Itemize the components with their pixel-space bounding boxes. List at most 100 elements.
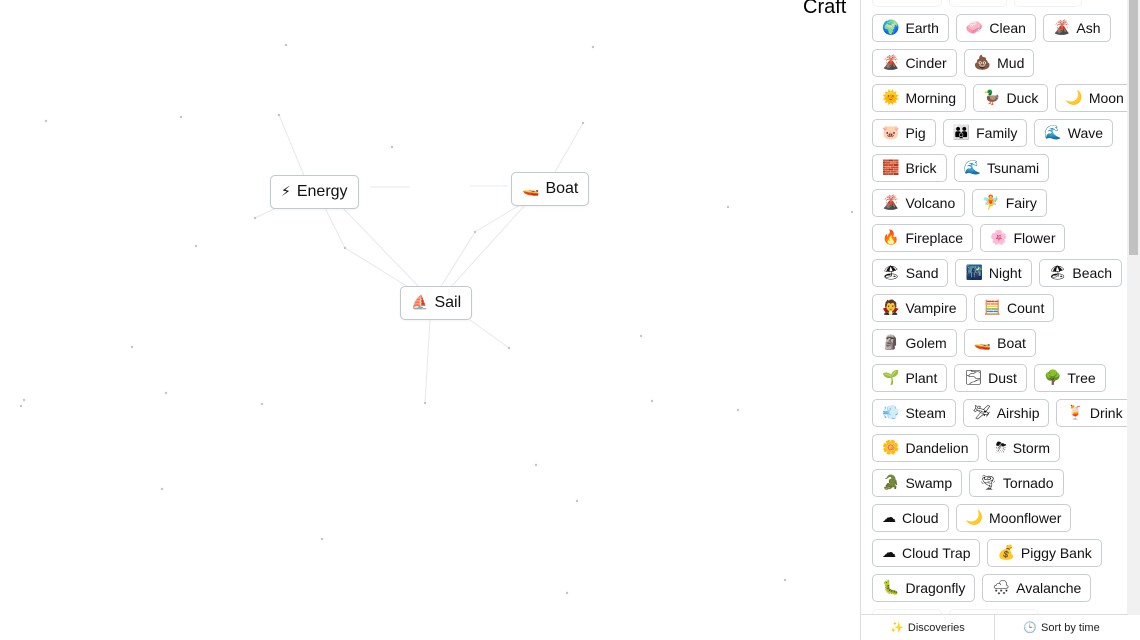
item-label: Count (1006, 299, 1045, 316)
discoveries-button[interactable]: ✨ Discoveries (861, 615, 994, 640)
sidebar-item-plant[interactable]: 🌱 Plant (872, 363, 948, 392)
item-emoji-icon: 🐛 (882, 579, 900, 596)
boat-icon: 🚤 (522, 181, 540, 197)
item-emoji-icon: 🏖 (1048, 264, 1067, 281)
canvas-item-sail[interactable]: ⛵ Sail (400, 286, 473, 320)
sidebar-item-moon[interactable]: 🌙 Moon (1055, 83, 1134, 112)
item-emoji-icon: 🌙 (965, 509, 984, 526)
item-emoji-icon: 🌊 (1044, 124, 1062, 141)
sidebar-item-airship[interactable]: 🛩 Airship (962, 398, 1050, 427)
sidebar-item-storm[interactable]: ⛈ Storm (985, 433, 1061, 462)
item-emoji-icon: 🔥 (882, 229, 900, 246)
sidebar-item-dragonfly[interactable]: 🐛 Dragonfly (872, 573, 976, 602)
item-label: Piggy Bank (1020, 544, 1092, 561)
sidebar-item-morning[interactable]: 🌞 Morning (872, 83, 967, 112)
sidebar-item-vampire[interactable]: 🧛 Vampire (872, 293, 967, 322)
sidebar-item-earth[interactable]: 🌍 Earth (872, 13, 949, 42)
item-emoji-icon: 🌙 (1065, 89, 1083, 106)
item-row: 🌋 Cinder 💩 Mud (872, 45, 1134, 80)
sort-button[interactable]: 🕒 Sort by time (994, 615, 1128, 640)
item-label: Swamp (905, 474, 953, 491)
sidebar-item-wave[interactable]: 🌊 Wave (1034, 118, 1114, 147)
item-row: 🐷 Pig 👪 Family 🌊 Wave (872, 115, 1134, 150)
item-row: 🧱 Brick 🌊 Tsunami (872, 150, 1134, 185)
discoveries-label: Discoveries (907, 621, 965, 634)
sidebar-item-volcano[interactable]: 🌋 Volcano (872, 188, 966, 217)
item-label: Boat (545, 180, 579, 197)
sidebar-item-duck[interactable]: 🦆 Duck (973, 83, 1049, 112)
item-label: Tsunami (987, 159, 1040, 176)
sidebar-item-pig[interactable]: 🐷 Pig (872, 118, 936, 147)
sidebar-item-cinder[interactable]: 🌋 Cinder (872, 48, 957, 77)
item-label: Volcano (905, 194, 956, 211)
item-emoji-icon: ☁ (882, 509, 896, 526)
sidebar-item-cloud-trap[interactable]: ☁ Cloud Trap (872, 538, 981, 567)
item-label: Flower (1013, 229, 1056, 246)
item-label: Steam (905, 404, 946, 421)
item-emoji-icon: 🌋 (882, 54, 900, 71)
item-emoji-icon: 🍹 (1066, 404, 1084, 421)
sidebar-item-golem[interactable]: 🗿 Golem (872, 328, 957, 357)
sidebar: 🌍 Earth 🧼 Clean 🌋 Ash 🌋 Cinder 💩 Mud 🌞 Morning 🦆 Duck… (860, 0, 1140, 640)
logo-text: Craft (803, 0, 847, 18)
item-label: Cloud (902, 509, 939, 526)
scrollbar[interactable] (1127, 0, 1140, 615)
item-label: Morning (905, 89, 957, 106)
sidebar-item-dandelion[interactable]: 🌼 Dandelion (872, 433, 979, 462)
item-emoji-icon: 🛩 (972, 404, 991, 421)
sidebar-item-sand[interactable]: 🏖 Sand (872, 258, 949, 287)
item-emoji-icon: 🌋 (882, 194, 900, 211)
item-label: Golem (905, 334, 947, 351)
sidebar-item-tsunami[interactable]: 🌊 Tsunami (953, 153, 1050, 182)
sidebar-item-cloud[interactable]: ☁ Cloud (872, 503, 949, 532)
sidebar-item-moonflower[interactable]: 🌙 Moonflower (955, 503, 1072, 532)
sidebar-item-fireplace[interactable]: 🔥 Fireplace (872, 223, 974, 252)
sidebar-item-boat[interactable]: 🚤 Boat (963, 328, 1036, 357)
item-emoji-icon: 🌪 (979, 474, 997, 491)
sidebar-item-tornado[interactable]: 🌪 Tornado (969, 468, 1064, 497)
item-emoji-icon: 🌍 (882, 19, 900, 36)
sidebar-item-flower[interactable]: 🌸 Flower (980, 223, 1066, 252)
sidebar-item-steam[interactable]: 💨 Steam (872, 398, 956, 427)
item-emoji-icon: ☁ (882, 544, 896, 561)
sidebar-item-tree[interactable]: 🌳 Tree (1033, 363, 1106, 392)
sidebar-item-brick[interactable]: 🧱 Brick (872, 153, 947, 182)
item-row: 🧛 Vampire 🧮 Count (872, 290, 1134, 325)
item-label: Dragonfly (905, 579, 966, 596)
canvas-item-boat[interactable]: 🚤 Boat (511, 172, 590, 206)
item-emoji-icon: 🦆 (983, 89, 1001, 106)
sidebar-item-beach[interactable]: 🏖 Beach (1038, 258, 1123, 287)
item-emoji-icon: 💩 (973, 54, 992, 71)
item-label: Tornado (1002, 474, 1054, 491)
sidebar-item-fairy[interactable]: 🧚 Fairy (972, 188, 1047, 217)
scrollbar-thumb[interactable] (1129, 0, 1138, 255)
item-label: Duck (1006, 89, 1039, 106)
item-label: Brick (905, 159, 937, 176)
sidebar-item-swamp[interactable]: 🐊 Swamp (872, 468, 963, 497)
sidebar-item-drink[interactable]: 🍹 Drink (1056, 398, 1133, 427)
item-emoji-icon: 🏖 (882, 264, 900, 281)
item-emoji-icon: 💰 (997, 544, 1015, 561)
sidebar-item-piggy-bank[interactable]: 💰 Piggy Bank (987, 538, 1102, 567)
sidebar-item-family[interactable]: 👪 Family (942, 118, 1028, 147)
sidebar-item-dust[interactable]: 🌫 Dust (954, 363, 1027, 392)
sidebar-item-count[interactable]: 🧮 Count (973, 293, 1055, 322)
item-label: Dandelion (905, 439, 969, 456)
item-label: Clean (989, 19, 1026, 36)
sidebar-item-clean[interactable]: 🧼 Clean (955, 13, 1036, 42)
sidebar-item-mud[interactable]: 💩 Mud (963, 48, 1035, 77)
item-emoji-icon: 💨 (882, 404, 900, 421)
item-label: Cloud Trap (902, 544, 971, 561)
item-label: Moon (1088, 89, 1124, 106)
item-emoji-icon: 🌋 (1052, 19, 1071, 36)
lightning-icon: ⚡ (281, 184, 291, 200)
sidebar-item-night[interactable]: 🌃 Night (955, 258, 1032, 287)
canvas-item-energy[interactable]: ⚡ Energy (270, 175, 359, 209)
craft-canvas[interactable]: Craft ⚡ Energy 🚤 Boat ⛵ Sail (0, 0, 860, 640)
sidebar-item-ash[interactable]: 🌋 Ash (1042, 13, 1111, 42)
sidebar-item-avalanche[interactable]: 🌨 Avalanche (982, 573, 1092, 602)
item-label: Night (988, 264, 1022, 281)
item-label: Moonflower (989, 509, 1062, 526)
item-label: Dust (988, 369, 1017, 386)
item-emoji-icon: 🧚 (982, 194, 1000, 211)
